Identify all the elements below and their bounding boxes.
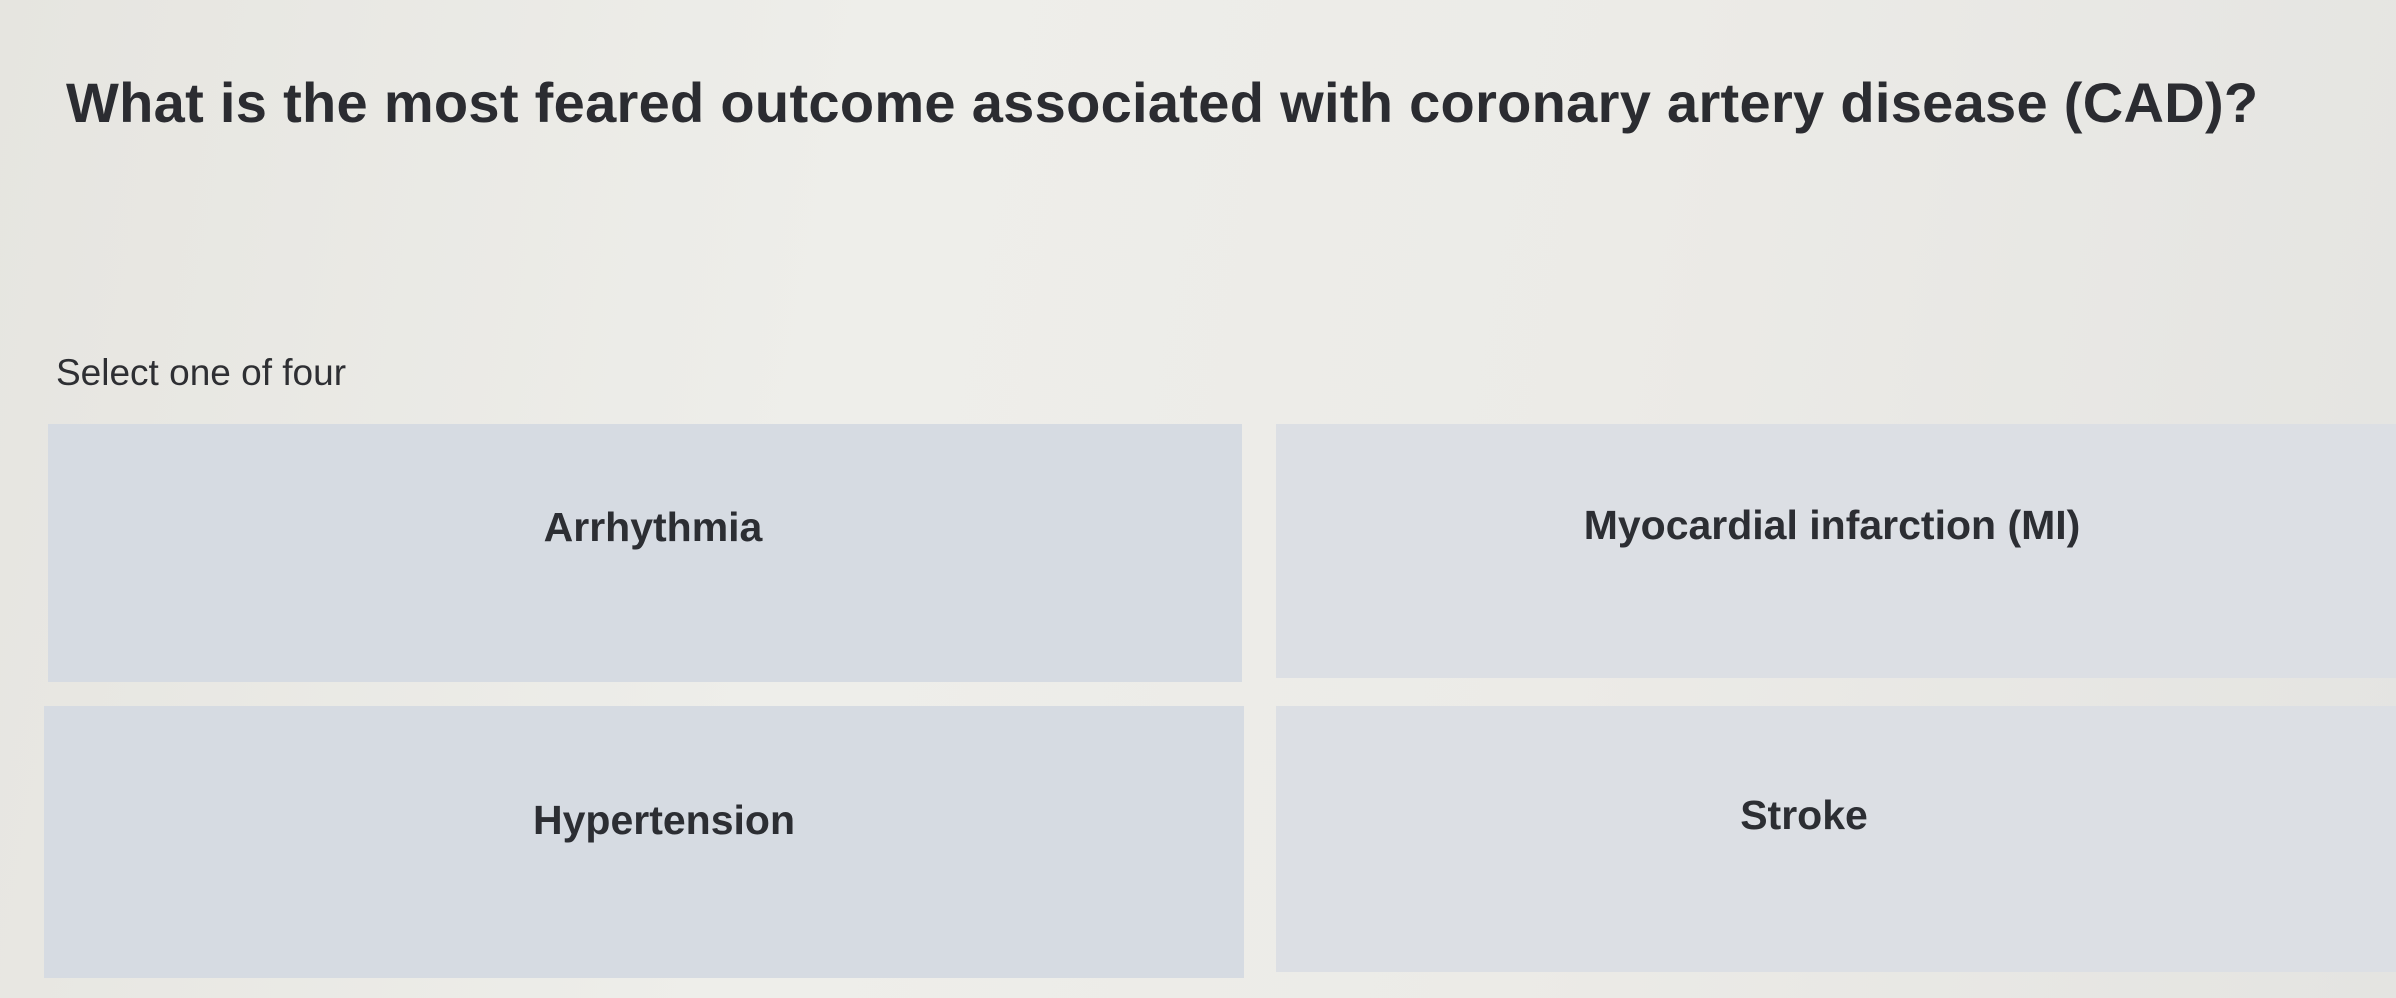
answer-option-stroke[interactable]: Stroke xyxy=(1276,706,2396,972)
answer-option-label: Myocardial infarction (MI) xyxy=(1583,501,2081,548)
answer-option-arrhythmia[interactable]: Arrhythmia xyxy=(48,424,1242,682)
instruction-text: Select one of four xyxy=(56,352,347,393)
question-text: What is the most feared outcome associat… xyxy=(66,71,2259,134)
answer-option-label: Arrhythmia xyxy=(543,503,763,550)
answer-option-label: Hypertension xyxy=(533,796,795,843)
answer-option-label: Stroke xyxy=(1740,791,1868,838)
answer-option-myocardial-infarction[interactable]: Myocardial infarction (MI) xyxy=(1276,424,2396,678)
answer-option-hypertension[interactable]: Hypertension xyxy=(44,706,1244,978)
